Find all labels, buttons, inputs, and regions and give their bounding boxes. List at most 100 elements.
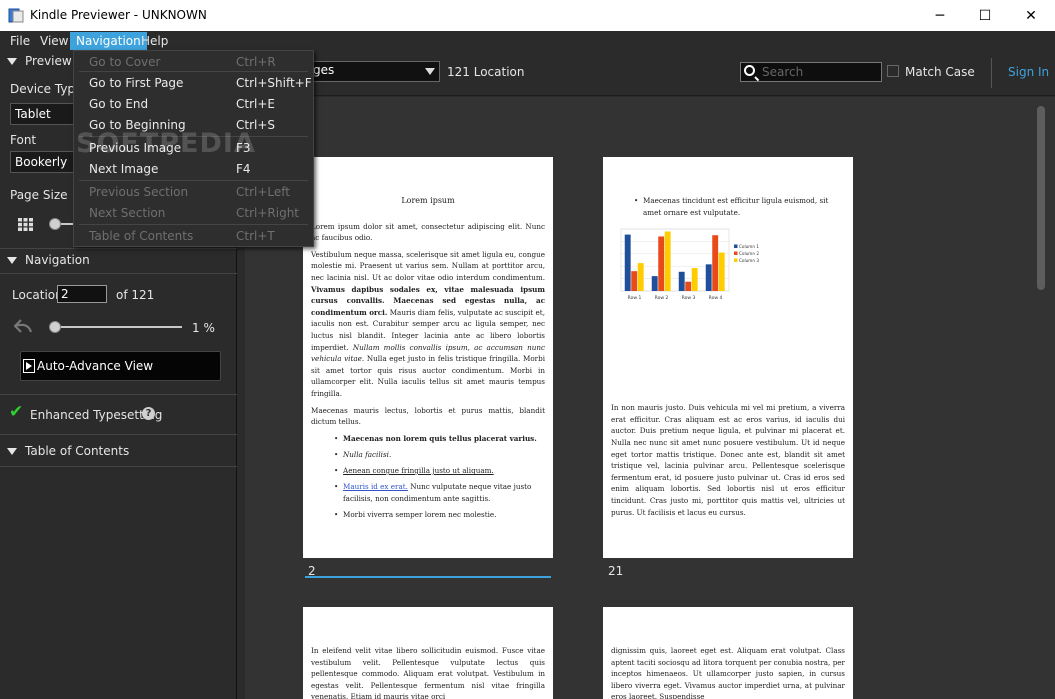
location-input[interactable]: 2 bbox=[57, 285, 107, 303]
chart-bar bbox=[631, 271, 638, 291]
chart-bar bbox=[691, 268, 698, 291]
menu-item-label: Previous Section bbox=[89, 185, 189, 199]
location-label: Location bbox=[12, 288, 63, 302]
page-size-slider-knob[interactable] bbox=[49, 218, 61, 230]
table-of-contents-header[interactable]: Table of Contents bbox=[0, 440, 237, 462]
divider bbox=[0, 434, 237, 435]
menu-item-shortcut: Ctrl+R bbox=[236, 55, 276, 69]
menu-item-next-section[interactable]: Next Section Ctrl+Right bbox=[74, 203, 313, 224]
grid-icon[interactable] bbox=[18, 218, 33, 231]
sign-in-link[interactable]: Sign In bbox=[1008, 65, 1049, 79]
divider bbox=[0, 466, 237, 467]
location-of-label: of 121 bbox=[116, 288, 155, 302]
menu-item-go-to-cover[interactable]: Go to Cover Ctrl+R bbox=[74, 52, 313, 73]
book-page-3[interactable]: In eleifend velit vitae libero sollicitu… bbox=[303, 607, 553, 699]
list-item: Mauris id ex erat. Nunc vulputate neque … bbox=[334, 481, 545, 504]
page-bullet-list: Maecenas tincidunt est efficitur ligula … bbox=[611, 195, 845, 218]
menu-item-label: Next Section bbox=[89, 206, 166, 220]
chart-bar bbox=[685, 281, 692, 291]
list-item: Morbi viverra semper lorem nec molestie. bbox=[334, 509, 545, 521]
chart-category-label: Row 2 bbox=[655, 295, 669, 301]
progress-slider-track[interactable] bbox=[54, 326, 182, 328]
page-size-label: Page Size bbox=[10, 188, 68, 202]
menu-item-shortcut: Ctrl+E bbox=[236, 97, 275, 111]
font-select[interactable]: Bookerly bbox=[10, 151, 74, 173]
auto-advance-view-button[interactable]: Auto-Advance View bbox=[20, 351, 221, 381]
chart-bar bbox=[718, 252, 725, 291]
collapse-triangle-icon bbox=[7, 256, 17, 264]
chart-bar bbox=[678, 271, 685, 291]
view-mode-select[interactable]: ges bbox=[307, 61, 440, 82]
menu-item-label: Next Image bbox=[89, 162, 159, 176]
chart-legend-swatch bbox=[734, 251, 738, 255]
maximize-icon[interactable]: ☐ bbox=[962, 0, 1008, 31]
vertical-scrollbar[interactable] bbox=[1037, 106, 1045, 290]
page-link[interactable]: Mauris id ex erat. bbox=[343, 482, 408, 491]
auto-advance-label: Auto-Advance View bbox=[37, 359, 154, 373]
menu-item-shortcut: Ctrl+Left bbox=[236, 185, 290, 199]
page-paragraph: In eleifend velit vitae libero sollicitu… bbox=[311, 646, 545, 699]
menu-item-shortcut: F4 bbox=[236, 162, 251, 176]
chart-bar bbox=[658, 236, 665, 291]
chart-legend-label: Column 2 bbox=[739, 251, 759, 256]
divider bbox=[0, 273, 237, 274]
book-page-4[interactable]: dignissim quis, laoreet eget est. Aliqua… bbox=[603, 607, 853, 699]
title-bar: Kindle Previewer - UNKNOWN ─ ☐ ✕ bbox=[0, 0, 1055, 31]
page-paragraph: Maecenas mauris lectus, lobortis et puru… bbox=[311, 405, 545, 427]
menu-file[interactable]: File bbox=[4, 32, 36, 50]
collapse-triangle-icon bbox=[7, 57, 17, 65]
checkmark-icon[interactable]: ✔ bbox=[9, 402, 23, 422]
device-type-select[interactable]: Tablet bbox=[10, 103, 74, 125]
preview-toolbar: ges 121 Location Search Match Case Sign … bbox=[237, 50, 1055, 96]
menu-item-label: Go to End bbox=[89, 97, 149, 111]
page-heading: Lorem ipsum bbox=[401, 196, 455, 205]
toolbar-divider bbox=[991, 58, 992, 88]
location-count: 121 Location bbox=[447, 65, 525, 79]
chart-bar bbox=[664, 231, 671, 291]
navigation-header[interactable]: Navigation bbox=[0, 249, 237, 271]
chart-legend-swatch bbox=[734, 244, 738, 248]
menu-item-label: Go to Cover bbox=[89, 55, 161, 69]
go-back-icon[interactable] bbox=[14, 318, 34, 334]
menu-help[interactable]: Help bbox=[135, 32, 174, 50]
chart-bar bbox=[712, 235, 719, 291]
list-item: Maecenas non lorem quis tellus placerat … bbox=[334, 433, 545, 445]
bar-chart-svg: Row 1 Row 2 Row 3 Row 4 Column 1 Column 2 Colu… bbox=[620, 228, 759, 301]
window-title: Kindle Previewer - UNKNOWN bbox=[30, 8, 207, 22]
kindle-previewer-window: Kindle Previewer - UNKNOWN ─ ☐ ✕ File Vi… bbox=[0, 0, 1055, 699]
page-number-21: 21 bbox=[608, 564, 624, 578]
match-case-checkbox[interactable] bbox=[887, 65, 899, 77]
page-bullet-list: Maecenas non lorem quis tellus placerat … bbox=[311, 433, 545, 521]
menu-item-label: Table of Contents bbox=[89, 229, 194, 243]
page-paragraph: Lorem ipsum dolor sit amet, consectetur … bbox=[311, 221, 545, 243]
book-page-2[interactable]: Lorem ipsum Lorem ipsum dolor sit amet, … bbox=[303, 157, 553, 558]
menu-item-label: Go to First Page bbox=[89, 76, 184, 90]
list-item: Maecenas tincidunt est efficitur ligula … bbox=[634, 195, 845, 218]
page-paragraph: dignissim quis, laoreet eget est. Aliqua… bbox=[611, 646, 845, 699]
close-icon[interactable]: ✕ bbox=[1008, 0, 1054, 31]
search-placeholder: Search bbox=[762, 65, 804, 79]
chart-legend-swatch bbox=[734, 258, 738, 262]
current-page-indicator bbox=[305, 576, 551, 578]
search-input[interactable]: Search bbox=[740, 62, 882, 82]
menu-view[interactable]: View bbox=[34, 32, 74, 50]
menu-item-next-image[interactable]: Next Image F4 bbox=[74, 159, 313, 180]
chart-bar bbox=[705, 264, 712, 291]
book-page-21[interactable]: Maecenas tincidunt est efficitur ligula … bbox=[603, 157, 853, 558]
menu-separator bbox=[79, 71, 308, 72]
menu-item-table-of-contents[interactable]: Table of Contents Ctrl+T bbox=[74, 226, 313, 247]
progress-slider-knob[interactable] bbox=[49, 321, 62, 333]
help-icon[interactable]: ? bbox=[142, 407, 155, 420]
list-item: Nulla facilisi. bbox=[334, 449, 545, 461]
dropdown-arrow-icon bbox=[425, 68, 435, 75]
chart-bar bbox=[624, 234, 631, 291]
menu-item-go-to-first-page[interactable]: Go to First Page Ctrl+Shift+F bbox=[74, 73, 313, 94]
chart-category-label: Row 4 bbox=[709, 295, 723, 301]
list-item: Aenean congue fringilla justo ut aliquam… bbox=[334, 465, 545, 477]
match-case-label: Match Case bbox=[905, 65, 975, 79]
menu-item-previous-section[interactable]: Previous Section Ctrl+Left bbox=[74, 182, 313, 203]
collapse-triangle-icon bbox=[7, 447, 17, 455]
chart-legend-label: Column 1 bbox=[739, 244, 759, 249]
minimize-icon[interactable]: ─ bbox=[917, 0, 963, 31]
menu-item-go-to-end[interactable]: Go to End Ctrl+E bbox=[74, 94, 313, 115]
